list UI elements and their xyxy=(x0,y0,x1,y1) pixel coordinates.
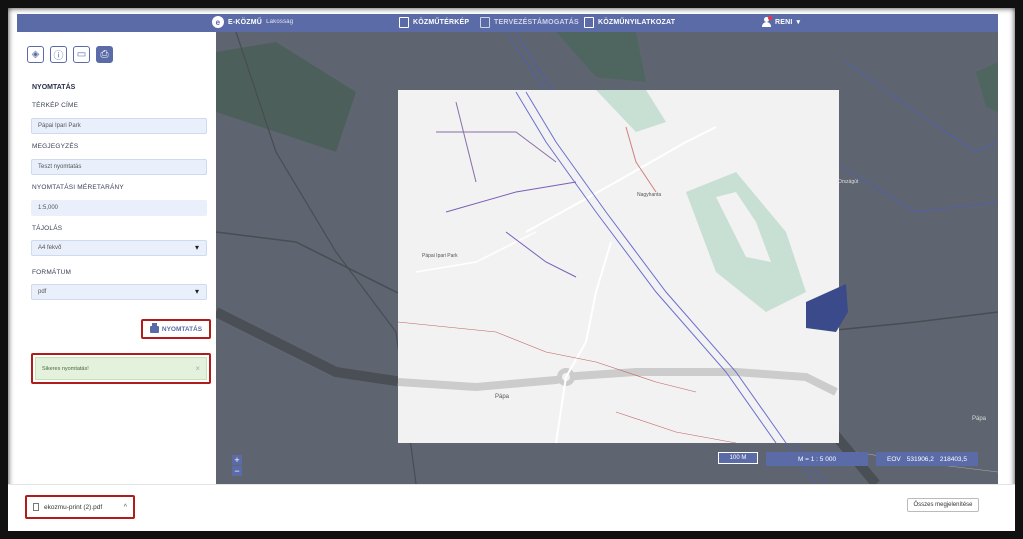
chevron-up-icon[interactable]: ^ xyxy=(124,504,127,511)
top-navigation: e E-KÖZMŰ Lakosság KÖZMŰTÉRKÉP TERVEZÉST… xyxy=(17,14,998,32)
chevron-down-icon: ▾ xyxy=(796,19,801,26)
coord-x: 531906,2 xyxy=(906,455,934,463)
print-sidebar: ◈ ⓘ ▭ ⎙ NYOMTATÁS TÉRKÉP CÍME Pápai Ipar… xyxy=(17,32,216,484)
format-select[interactable]: pdf xyxy=(31,284,207,300)
layers-icon: ◈ xyxy=(31,49,40,60)
print-tool-button[interactable]: ⎙ xyxy=(96,46,113,63)
zoom-out-button[interactable]: − xyxy=(232,466,242,476)
close-icon[interactable]: × xyxy=(195,364,200,373)
map-label-nagyhanta: Nagyhanta xyxy=(637,192,661,198)
user-menu[interactable]: RENI ▾ xyxy=(762,16,801,27)
map-view[interactable]: Pápai Ipari Park Pápa Nagyhanta Pápa Ors… xyxy=(216,32,998,484)
nav-kozmunyilatkozat[interactable]: KÖZMŰNYILATKOZAT xyxy=(584,17,675,28)
brand-name: E-KÖZMŰ xyxy=(228,18,263,26)
note-label: MEGJEGYZÉS xyxy=(32,143,79,150)
map-label-papa: Pápa xyxy=(495,394,510,400)
map-icon xyxy=(399,17,409,28)
logo-icon: e xyxy=(212,16,224,28)
brand-subtitle: Lakosság xyxy=(266,19,294,25)
card-icon: ▭ xyxy=(76,49,87,60)
success-alert: Sikeres nyomtatás! × xyxy=(31,353,211,384)
map-label-orszagut: Országút xyxy=(838,179,859,185)
zoom-controls: + − xyxy=(232,455,242,476)
print-button-label: NYOMTATÁS xyxy=(161,325,203,333)
note-input[interactable]: Teszt nyomtatás xyxy=(31,159,207,175)
nav-tervezestamogatas[interactable]: TERVEZÉSTÁMOGATÁS xyxy=(480,17,579,28)
download-file-name: ekozmu-print (2).pdf xyxy=(44,503,103,511)
scale-bar: 100 M xyxy=(718,452,758,464)
coord-prefix: EOV xyxy=(887,455,901,463)
zoom-in-button[interactable]: + xyxy=(232,455,242,465)
nav-label-tervezestamogatas: TERVEZÉSTÁMOGATÁS xyxy=(494,19,579,26)
map-title-input[interactable]: Pápai Ipari Park xyxy=(31,118,207,134)
file-icon xyxy=(33,503,39,511)
map-label-park: Pápai Ipari Park xyxy=(422,253,458,259)
alert-box: Sikeres nyomtatás! × xyxy=(35,357,207,380)
download-bar: ekozmu-print (2).pdf ^ Összes megjelenít… xyxy=(8,484,1015,531)
user-name: RENI xyxy=(775,18,793,26)
brand[interactable]: e E-KÖZMŰ Lakosság xyxy=(212,16,293,28)
print-button[interactable]: NYOMTATÁS xyxy=(141,319,211,339)
orientation-label: TÁJOLÁS xyxy=(32,225,63,232)
orientation-select[interactable]: A4 fekvő xyxy=(31,240,207,256)
nav-kozmuterkep[interactable]: KÖZMŰTÉRKÉP xyxy=(399,17,469,28)
printer-icon xyxy=(149,322,159,333)
alert-message: Sikeres nyomtatás! xyxy=(42,365,89,372)
nav-label-kozmunyilatkozat: KÖZMŰNYILATKOZAT xyxy=(598,19,676,26)
scale-label: NYOMTATÁSI MÉRETARÁNY xyxy=(32,184,124,191)
sidebar-toolbar: ◈ ⓘ ▭ ⎙ xyxy=(27,46,113,63)
notification-badge xyxy=(768,16,772,20)
scale-ratio: M = 1 : 5 000 xyxy=(766,452,868,466)
map-label-papa-right: Pápa xyxy=(972,416,987,422)
section-title: NYOMTATÁS xyxy=(32,84,76,91)
show-all-button[interactable]: Összes megjelenítése xyxy=(907,498,979,512)
map-title-label: TÉRKÉP CÍME xyxy=(32,102,79,109)
format-label: FORMÁTUM xyxy=(32,269,72,276)
legend-button[interactable]: ▭ xyxy=(73,46,90,63)
info-button[interactable]: ⓘ xyxy=(50,46,67,63)
nav-label-kozmuterkep: KÖZMŰTÉRKÉP xyxy=(413,19,470,26)
printer-icon: ⎙ xyxy=(100,49,109,60)
coord-y: 218403,5 xyxy=(939,455,967,463)
scale-input[interactable]: 1:5,000 xyxy=(31,200,207,216)
download-item[interactable]: ekozmu-print (2).pdf ^ xyxy=(25,495,135,519)
blueprint-icon xyxy=(480,17,490,28)
user-icon xyxy=(762,16,772,27)
document-icon xyxy=(584,17,594,28)
coordinates-readout: EOV 531906,2 218403,5 xyxy=(876,452,978,466)
layers-button[interactable]: ◈ xyxy=(27,46,44,63)
map-canvas: Pápai Ipari Park Pápa Nagyhanta Pápa Ors… xyxy=(216,32,998,484)
info-icon: ⓘ xyxy=(53,51,64,62)
